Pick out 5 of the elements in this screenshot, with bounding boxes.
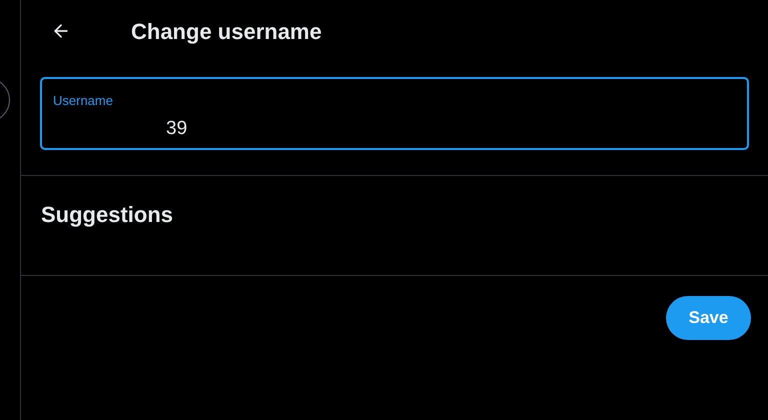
- suggestions-heading: Suggestions: [41, 201, 174, 229]
- username-field[interactable]: Username 39: [40, 77, 749, 150]
- page-title: Change username: [131, 18, 322, 46]
- username-input[interactable]: 39: [166, 114, 466, 143]
- field-label: Username: [53, 92, 114, 110]
